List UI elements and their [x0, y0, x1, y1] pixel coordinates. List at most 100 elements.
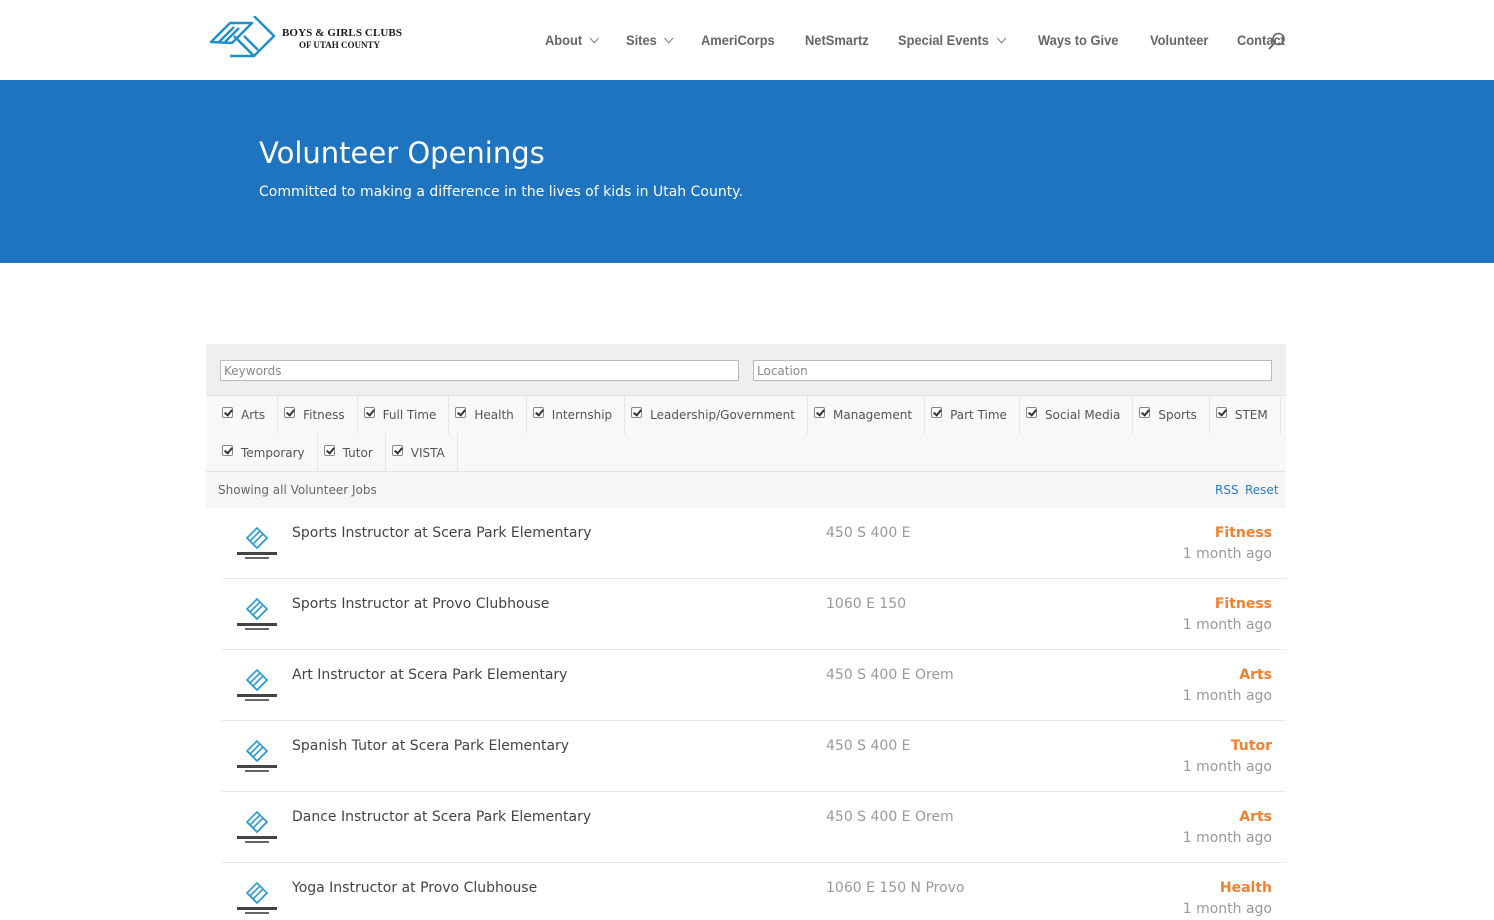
checkbox-checked-icon[interactable]	[931, 406, 943, 418]
job-location: 450 S 400 E	[826, 738, 911, 754]
nav-item-sites[interactable]: Sites	[626, 32, 675, 48]
category-filter-label: Arts	[241, 408, 266, 422]
job-title[interactable]: Art Instructor at Scera Park Elementary	[292, 667, 567, 683]
job-listing[interactable]: Sports Instructor at Scera Park Elementa…	[222, 508, 1286, 579]
hero-banner: Volunteer Openings Committed to making a…	[0, 80, 1494, 263]
checkbox-checked-icon[interactable]	[391, 444, 403, 456]
company-logo-icon	[235, 593, 279, 637]
category-filter-label: Tutor	[342, 446, 373, 460]
category-filter-label: Management	[833, 408, 913, 422]
nav-item-label: NetSmartz	[805, 32, 869, 48]
job-listings: Sports Instructor at Scera Park Elementa…	[222, 508, 1286, 920]
category-filter-tutor[interactable]: Tutor	[318, 434, 386, 472]
chevron-down-icon	[590, 33, 600, 43]
category-filters: Arts Fitness Full Time Health Internship Lead…	[206, 396, 1286, 472]
chevron-down-icon	[997, 33, 1007, 43]
category-filter-label: STEM	[1234, 408, 1268, 422]
reset-link[interactable]: Reset	[1245, 483, 1279, 497]
checkbox-checked-icon[interactable]	[284, 406, 296, 418]
category-filter-arts[interactable]: Arts	[216, 396, 279, 434]
nav-item-netsmartz[interactable]: NetSmartz	[805, 32, 869, 48]
nav-item-label: Sites	[626, 32, 658, 48]
logo-line-1: BOYS & GIRLS CLUBS	[282, 27, 403, 39]
job-title[interactable]: Dance Instructor at Scera Park Elementar…	[292, 809, 591, 825]
location-input[interactable]	[753, 360, 1272, 381]
category-filter-temporary[interactable]: Temporary	[216, 434, 318, 472]
checkbox-checked-icon[interactable]	[1025, 406, 1037, 418]
job-category: Health	[1219, 880, 1272, 896]
category-filter-sports[interactable]: Sports	[1133, 396, 1210, 434]
job-date: 1 month ago	[1182, 617, 1272, 633]
category-filter-social-media[interactable]: Social Media	[1020, 396, 1134, 434]
job-date: 1 month ago	[1182, 830, 1272, 846]
job-listing[interactable]: Dance Instructor at Scera Park Elementar…	[222, 792, 1286, 863]
category-filter-label: Temporary	[241, 446, 305, 460]
nav-item-special-events[interactable]: Special Events	[898, 32, 1007, 48]
category-filter-health[interactable]: Health	[449, 396, 527, 434]
company-logo-icon	[235, 522, 279, 566]
job-category: Tutor	[1230, 738, 1272, 754]
job-location: 1060 E 150 N Provo	[826, 880, 965, 896]
search-row	[206, 344, 1286, 396]
job-listing[interactable]: Spanish Tutor at Scera Park Elementary 45…	[222, 721, 1286, 792]
nav-item-about[interactable]: About	[545, 32, 600, 48]
search-icon[interactable]	[1267, 31, 1287, 51]
job-location: 450 S 400 E Orem	[826, 809, 954, 825]
checkbox-checked-icon[interactable]	[814, 406, 825, 418]
page-subtitle: Committed to making a difference in the …	[259, 184, 743, 200]
company-logo-icon	[235, 806, 279, 850]
keywords-input[interactable]	[220, 360, 739, 381]
results-status: Showing all Volunteer Jobs	[218, 483, 377, 497]
checkbox-checked-icon[interactable]	[1215, 406, 1227, 418]
category-filter-vista[interactable]: VISTA	[386, 434, 458, 472]
job-title[interactable]: Yoga Instructor at Provo Clubhouse	[292, 880, 537, 896]
job-category: Arts	[1239, 667, 1272, 683]
category-filter-leadership-government[interactable]: Leadership/Government	[625, 396, 808, 434]
category-filter-management[interactable]: Management	[808, 396, 926, 434]
category-filter-internship[interactable]: Internship	[527, 396, 626, 434]
job-title[interactable]: Sports Instructor at Scera Park Elementa…	[292, 525, 592, 541]
category-filter-part-time[interactable]: Part Time	[925, 396, 1020, 434]
nav-item-label: Special Events	[898, 32, 990, 48]
logo-text: BOYS & GIRLS CLUBS OF UTAH COUNTY	[282, 27, 402, 51]
site-logo[interactable]: BOYS & GIRLS CLUBS OF UTAH COUNTY	[208, 15, 408, 63]
category-filter-stem[interactable]: STEM	[1210, 396, 1281, 434]
results-status-bar: Showing all Volunteer Jobs RSS Reset	[206, 472, 1286, 508]
job-title[interactable]: Spanish Tutor at Scera Park Elementary	[292, 738, 569, 754]
job-location: 450 S 400 E Orem	[826, 667, 954, 683]
checkbox-checked-icon[interactable]	[1139, 406, 1151, 418]
job-filters: Arts Fitness Full Time Health Internship Lead…	[206, 344, 1286, 508]
checkbox-checked-icon[interactable]	[222, 406, 233, 418]
job-date: 1 month ago	[1182, 759, 1272, 775]
checkbox-checked-icon[interactable]	[363, 406, 375, 418]
job-category: Arts	[1239, 809, 1272, 825]
checkbox-checked-icon[interactable]	[631, 406, 643, 418]
job-listing[interactable]: Sports Instructor at Provo Clubhouse 1060…	[222, 579, 1286, 650]
chevron-down-icon	[665, 33, 675, 43]
company-logo-icon	[235, 735, 279, 779]
nav-item-label: Ways to Give	[1038, 32, 1119, 48]
job-location: 1060 E 150	[826, 596, 907, 612]
job-listing[interactable]: Art Instructor at Scera Park Elementary 4…	[222, 650, 1286, 721]
category-filter-label: Part Time	[950, 408, 1007, 422]
category-filter-label: Health	[474, 408, 514, 422]
job-title[interactable]: Sports Instructor at Provo Clubhouse	[292, 596, 549, 612]
checkbox-checked-icon[interactable]	[532, 406, 544, 418]
job-date: 1 month ago	[1182, 546, 1272, 562]
main-nav: About Sites AmeriCorps NetSmartz Special Eve…	[545, 0, 1313, 80]
rss-link[interactable]: RSS	[1215, 483, 1239, 497]
job-listing[interactable]: Yoga Instructor at Provo Clubhouse 1060 E…	[222, 863, 1286, 920]
category-filter-fitness[interactable]: Fitness	[278, 396, 358, 434]
checkbox-checked-icon[interactable]	[455, 406, 467, 418]
nav-item-americorps[interactable]: AmeriCorps	[701, 32, 775, 48]
nav-item-ways-to-give[interactable]: Ways to Give	[1038, 32, 1118, 48]
category-filter-full-time[interactable]: Full Time	[358, 396, 450, 434]
nav-item-volunteer[interactable]: Volunteer	[1150, 32, 1208, 48]
checkbox-checked-icon[interactable]	[323, 444, 335, 456]
checkbox-checked-icon[interactable]	[222, 444, 233, 456]
category-filter-label: Internship	[551, 408, 613, 422]
job-location: 450 S 400 E	[826, 525, 911, 541]
category-filter-label: Full Time	[382, 408, 437, 422]
category-filter-label: VISTA	[410, 446, 445, 460]
nav-item-label: About	[545, 32, 583, 48]
